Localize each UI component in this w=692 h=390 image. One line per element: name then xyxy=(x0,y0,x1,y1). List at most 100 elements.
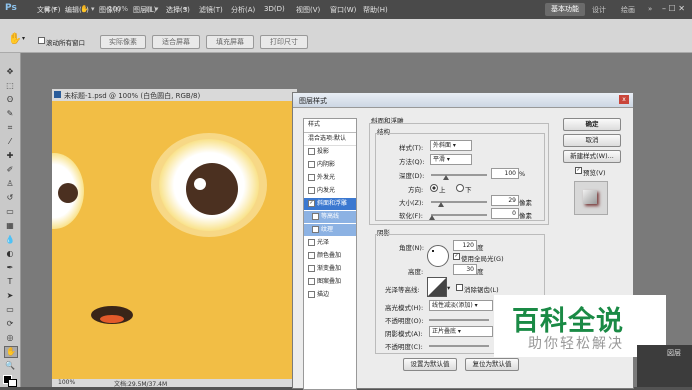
angle-input[interactable]: 120 xyxy=(453,240,477,251)
depth-input[interactable]: 100 xyxy=(491,168,519,179)
angle-dial[interactable] xyxy=(427,245,449,267)
depth-slider[interactable] xyxy=(431,174,487,176)
eraser-tool-icon[interactable]: ▭ xyxy=(4,207,16,217)
workspace-basic[interactable]: 基本功能 xyxy=(545,3,585,16)
brush-tool-icon[interactable]: ✐ xyxy=(4,165,16,175)
checkbox-checked[interactable]: ✓ xyxy=(308,200,315,207)
zoom-tool-icon[interactable]: 🔍 xyxy=(4,361,16,371)
workspace-design[interactable]: 设计 xyxy=(592,5,606,15)
gloss-contour-preview[interactable] xyxy=(427,277,447,297)
soften-slider-knob[interactable] xyxy=(429,215,435,220)
checkbox[interactable] xyxy=(308,239,315,246)
reset-default-button[interactable]: 复位为默认值 xyxy=(465,358,519,371)
blend-options-item[interactable]: 混合选项:默认 xyxy=(304,133,356,146)
checkbox[interactable] xyxy=(308,187,315,194)
style-item-gradient-overlay[interactable]: 渐变叠加 xyxy=(304,263,356,275)
status-zoom[interactable]: 100% xyxy=(58,379,75,386)
blur-tool-icon[interactable]: 💧 xyxy=(4,235,16,245)
style-item-pattern-overlay[interactable]: 图案叠加 xyxy=(304,276,356,288)
soften-slider[interactable] xyxy=(431,214,487,216)
hand-view-icon[interactable]: ✋ ▾ xyxy=(80,3,94,16)
layers-panel-label[interactable]: 図层 xyxy=(667,348,681,358)
make-default-button[interactable]: 设置为默认值 xyxy=(403,358,457,371)
fill-screen-button[interactable]: 填充屏幕 xyxy=(206,35,254,49)
healing-tool-icon[interactable]: ✚ xyxy=(4,151,16,161)
preview-checkbox[interactable]: ✓ xyxy=(575,167,582,174)
direction-up-radio[interactable] xyxy=(430,184,438,192)
hand-tool-icon[interactable]: ✋ xyxy=(4,346,18,358)
menu-help[interactable]: 帮助(H) xyxy=(363,5,388,15)
checkbox[interactable] xyxy=(308,148,315,155)
size-input[interactable]: 29 xyxy=(491,195,519,206)
history-brush-tool-icon[interactable]: ↺ xyxy=(4,193,16,203)
stamp-tool-icon[interactable]: ♙ xyxy=(4,179,16,189)
print-size-button[interactable]: 打印尺寸 xyxy=(260,35,308,49)
arrange-icon[interactable]: ▤ ▾ xyxy=(146,3,158,16)
move-tool-icon[interactable]: ✥ xyxy=(4,67,16,77)
highlight-mode-dropdown[interactable]: 线性减淡(添加) ▾ xyxy=(429,300,493,311)
3d-orbit-tool-icon[interactable]: ◎ xyxy=(4,333,16,343)
style-item-bevel-emboss[interactable]: ✓ 斜面和浮雕 xyxy=(304,198,356,210)
highlight-opacity-slider[interactable] xyxy=(429,319,489,321)
actual-pixels-button[interactable]: 实际像素 xyxy=(100,35,146,49)
menu-view[interactable]: 视图(V) xyxy=(296,5,320,15)
background-color-swatch[interactable] xyxy=(8,379,17,387)
pen-tool-icon[interactable]: ✒ xyxy=(4,263,16,273)
checkbox[interactable] xyxy=(308,174,315,181)
fit-screen-button[interactable]: 适合屏幕 xyxy=(152,35,200,49)
style-item-inner-glow[interactable]: 内发光 xyxy=(304,185,356,197)
style-item-inner-shadow[interactable]: 内阴影 xyxy=(304,159,356,171)
style-item-drop-shadow[interactable]: 投影 xyxy=(304,146,356,158)
global-light-checkbox[interactable]: ✓ xyxy=(453,253,460,260)
style-item-color-overlay[interactable]: 颜色叠加 xyxy=(304,250,356,262)
crop-tool-icon[interactable]: ⌗ xyxy=(4,123,16,133)
menu-filter[interactable]: 滤镜(T) xyxy=(199,5,223,15)
path-select-tool-icon[interactable]: ➤ xyxy=(4,291,16,301)
eyedropper-tool-icon[interactable]: ⁄ xyxy=(4,137,16,147)
style-item-satin[interactable]: 光泽 xyxy=(304,237,356,249)
dodge-tool-icon[interactable]: ◐ xyxy=(4,249,16,259)
direction-down-radio[interactable] xyxy=(456,184,464,192)
hand-tool-icon[interactable]: ✋ xyxy=(8,32,22,45)
3d-rotate-tool-icon[interactable]: ⟳ xyxy=(4,319,16,329)
soften-input[interactable]: 0 xyxy=(491,208,519,219)
size-slider-knob[interactable] xyxy=(438,202,444,207)
shape-tool-icon[interactable]: ▭ xyxy=(4,305,16,315)
close-icon[interactable]: x xyxy=(619,95,629,104)
style-item-outer-glow[interactable]: 外发光 xyxy=(304,172,356,184)
quick-select-tool-icon[interactable]: ✎ xyxy=(4,109,16,119)
antialias-checkbox[interactable] xyxy=(456,284,463,291)
checkbox[interactable] xyxy=(308,161,315,168)
checkbox[interactable] xyxy=(312,226,319,233)
shadow-mode-dropdown[interactable]: 正片叠底 ▾ xyxy=(429,326,493,337)
dialog-title-bar[interactable]: 图层样式 x xyxy=(293,93,633,108)
bridge-icon[interactable]: ▣ ▾ xyxy=(44,3,56,16)
new-style-button[interactable]: 新建样式(W)... xyxy=(563,150,621,163)
tool-preset-dropdown[interactable]: ▾ xyxy=(22,35,25,42)
shadow-opacity-slider[interactable] xyxy=(429,345,489,347)
menu-3d[interactable]: 3D(D) xyxy=(264,5,285,13)
menu-window[interactable]: 窗口(W) xyxy=(330,5,356,15)
canvas[interactable] xyxy=(52,101,297,379)
window-controls[interactable]: – ☐ ✕ xyxy=(662,4,685,13)
checkbox[interactable] xyxy=(312,213,319,220)
ok-button[interactable]: 确定 xyxy=(563,118,621,131)
marquee-tool-icon[interactable]: ⬚ xyxy=(4,81,16,91)
styles-header[interactable]: 样式 xyxy=(304,119,356,133)
type-tool-icon[interactable]: T xyxy=(4,277,16,287)
screen-mode-icon[interactable]: ▭ ▾ xyxy=(175,3,187,16)
checkbox[interactable] xyxy=(308,265,315,272)
style-item-stroke[interactable]: 描边 xyxy=(304,289,356,301)
gradient-tool-icon[interactable]: ▦ xyxy=(4,221,16,231)
lasso-tool-icon[interactable]: ʘ xyxy=(4,95,16,105)
altitude-input[interactable]: 30 xyxy=(453,264,477,275)
checkbox[interactable] xyxy=(308,291,315,298)
zoom-level[interactable]: 100% xyxy=(108,3,128,16)
scroll-all-checkbox[interactable] xyxy=(38,37,45,44)
bevel-style-dropdown[interactable]: 外斜面 ▾ xyxy=(430,140,472,151)
workspace-more[interactable]: » xyxy=(648,5,652,13)
checkbox[interactable] xyxy=(308,252,315,259)
checkbox[interactable] xyxy=(308,278,315,285)
style-item-texture[interactable]: 纹理 xyxy=(304,224,356,236)
technique-dropdown[interactable]: 平滑 ▾ xyxy=(430,154,472,165)
